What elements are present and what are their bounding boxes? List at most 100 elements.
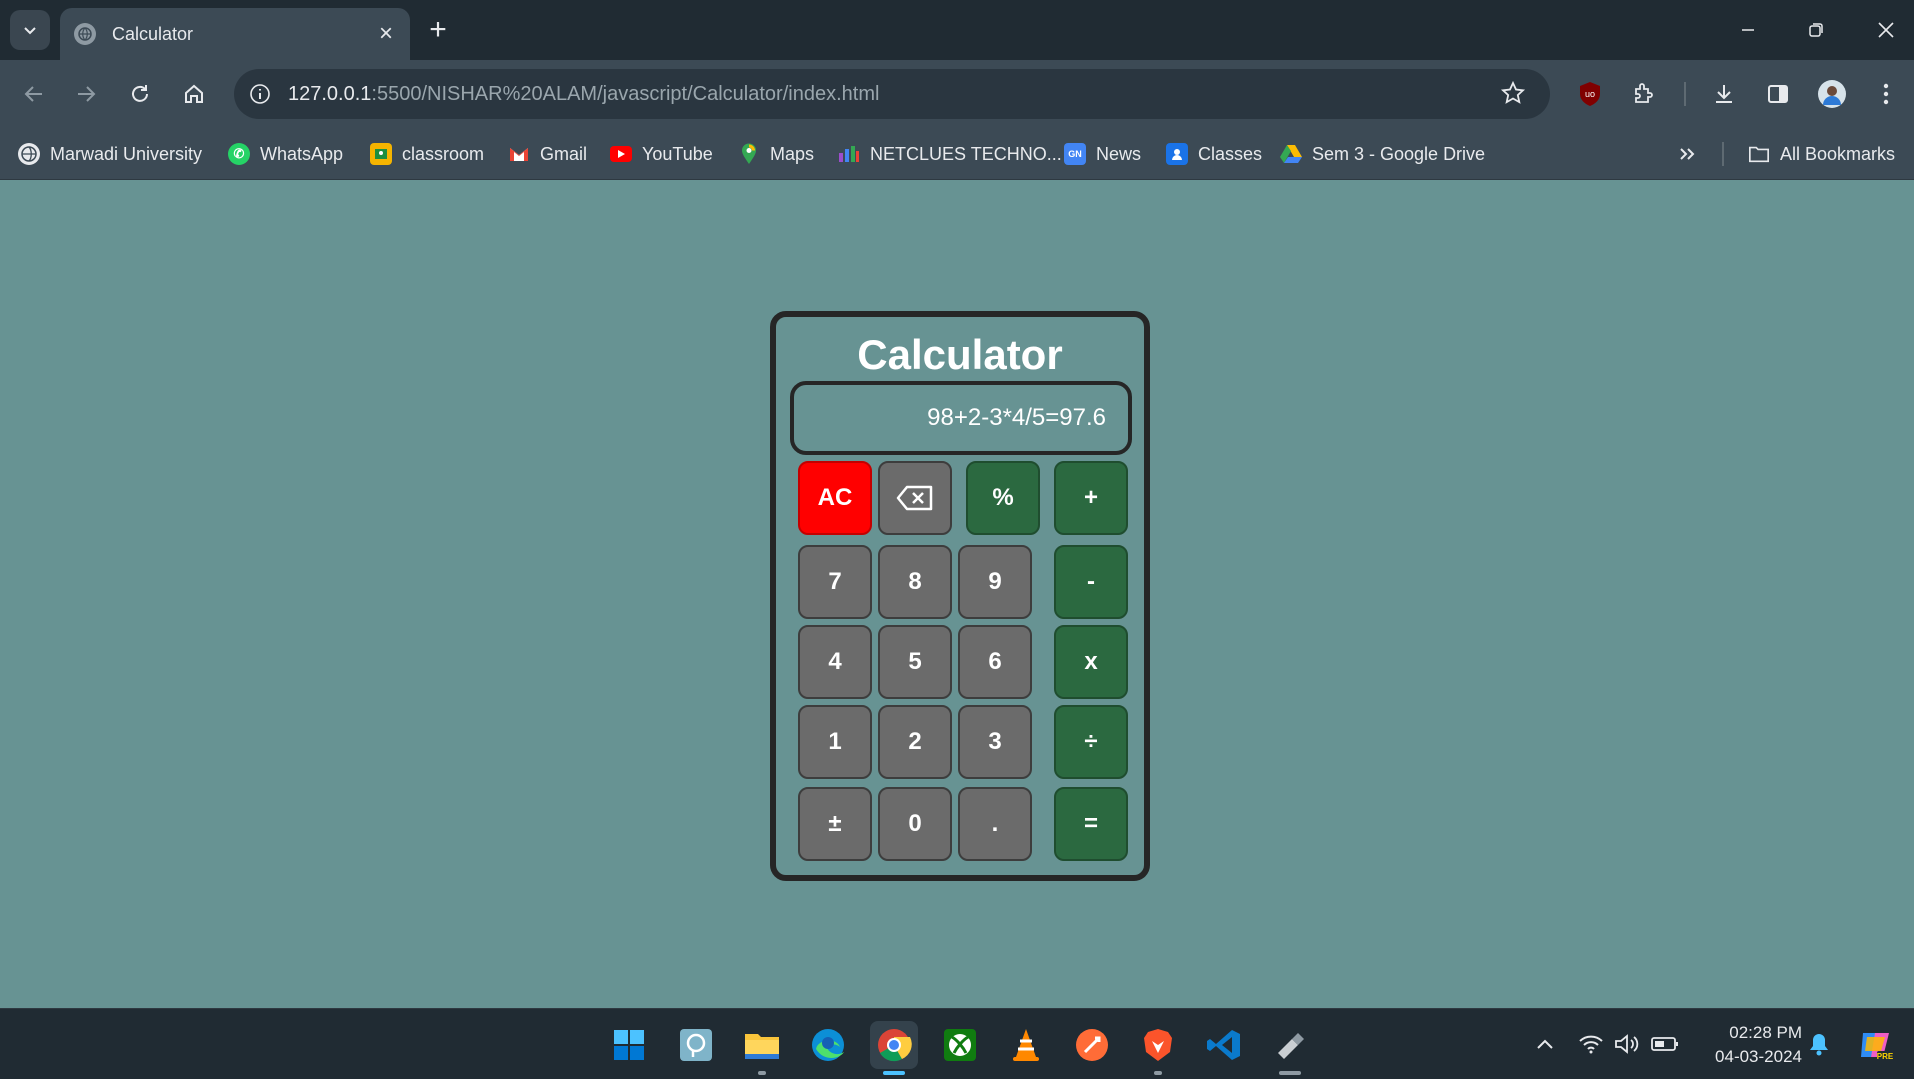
notification-bell-icon[interactable] xyxy=(1804,1029,1834,1059)
battery-icon[interactable] xyxy=(1650,1029,1680,1059)
usb-drive-icon[interactable] xyxy=(1266,1021,1314,1075)
digit-4-button[interactable]: 4 xyxy=(798,625,872,699)
search-app-icon[interactable] xyxy=(672,1021,720,1069)
windows-start-icon[interactable] xyxy=(605,1021,653,1069)
active-tab[interactable]: Calculator × xyxy=(60,8,410,60)
arrow-left-icon xyxy=(24,86,42,102)
bookmark-gmail[interactable]: Gmail xyxy=(508,140,587,168)
digit-1-button[interactable]: 1 xyxy=(798,705,872,779)
decimal-button[interactable]: . xyxy=(958,787,1032,861)
more-vertical-icon xyxy=(1883,83,1889,105)
gmail-icon xyxy=(508,143,530,165)
bookmark-sem3-google-drive[interactable]: Sem 3 - Google Drive xyxy=(1280,140,1485,168)
restore-icon xyxy=(1809,23,1823,37)
minimize-icon xyxy=(1742,29,1754,31)
tab-title: Calculator xyxy=(112,23,194,44)
brave-icon[interactable] xyxy=(1134,1021,1182,1075)
all-bookmarks-button[interactable]: All Bookmarks xyxy=(1748,140,1895,168)
digit-9-button[interactable]: 9 xyxy=(958,545,1032,619)
address-bar[interactable]: 127.0.0.1:5500/NISHAR%20ALAM/javascript/… xyxy=(234,69,1550,119)
classes-icon xyxy=(1166,143,1188,165)
youtube-icon xyxy=(610,146,632,162)
percent-button[interactable]: % xyxy=(966,461,1040,535)
svg-text:PRE: PRE xyxy=(1877,1052,1894,1061)
chrome-icon[interactable] xyxy=(870,1021,918,1075)
site-info-icon[interactable] xyxy=(244,78,276,110)
svg-text:uo: uo xyxy=(1585,89,1595,99)
news-icon: GN xyxy=(1064,143,1086,165)
bookmark-marwadi-university[interactable]: Marwadi University xyxy=(18,140,202,168)
bookmark-news[interactable]: GN News xyxy=(1064,140,1141,168)
xbox-icon[interactable] xyxy=(936,1021,984,1069)
calculator-display: 98+2-3*4/5=97.6 xyxy=(790,381,1132,455)
wifi-icon[interactable] xyxy=(1576,1029,1606,1059)
bookmark-netclues[interactable]: NETCLUES TECHNO... xyxy=(838,140,1062,168)
active-indicator xyxy=(883,1071,905,1075)
bookmark-label: YouTube xyxy=(642,143,713,164)
bookmark-star-icon[interactable] xyxy=(1500,80,1526,111)
side-panel-button[interactable] xyxy=(1758,74,1798,114)
postman-icon[interactable] xyxy=(1068,1021,1116,1069)
taskbar-clock[interactable]: 02:28 PM 04-03-2024 xyxy=(1692,1021,1802,1069)
add-button[interactable]: + xyxy=(1054,461,1128,535)
downloads-button[interactable] xyxy=(1704,74,1744,114)
taskbar: 02:28 PM 04-03-2024 PRE xyxy=(0,1008,1914,1079)
extensions-button[interactable] xyxy=(1624,74,1664,114)
minimize-button[interactable] xyxy=(1720,0,1776,60)
divide-button[interactable]: ÷ xyxy=(1054,705,1128,779)
backspace-button[interactable] xyxy=(878,461,952,535)
bookmark-whatsapp[interactable]: ✆ WhatsApp xyxy=(228,140,343,168)
close-icon xyxy=(1878,22,1894,38)
home-button[interactable] xyxy=(174,74,214,114)
folder-icon xyxy=(1748,143,1770,165)
edge-icon[interactable] xyxy=(804,1021,852,1069)
back-button[interactable] xyxy=(14,74,54,114)
bookmark-label: Classes xyxy=(1198,143,1263,164)
subtract-button[interactable]: - xyxy=(1054,545,1128,619)
vscode-icon[interactable] xyxy=(1200,1021,1248,1069)
tab-bar: Calculator × + xyxy=(0,0,1914,60)
multiply-button[interactable]: x xyxy=(1054,625,1128,699)
file-explorer-icon[interactable] xyxy=(738,1021,786,1075)
browser-toolbar: 127.0.0.1:5500/NISHAR%20ALAM/javascript/… xyxy=(0,60,1914,128)
running-indicator xyxy=(1279,1071,1301,1075)
digit-0-button[interactable]: 0 xyxy=(878,787,952,861)
digit-5-button[interactable]: 5 xyxy=(878,625,952,699)
reload-button[interactable] xyxy=(120,74,160,114)
vlc-icon[interactable] xyxy=(1002,1021,1050,1069)
bookmarks-divider xyxy=(1722,142,1724,166)
tab-search-button[interactable] xyxy=(10,10,50,50)
restore-button[interactable] xyxy=(1788,0,1844,60)
bookmark-maps[interactable]: Maps xyxy=(738,140,814,168)
close-tab-icon[interactable]: × xyxy=(368,20,404,48)
more-bookmarks-button[interactable] xyxy=(1678,140,1696,168)
google-drive-icon xyxy=(1280,143,1302,165)
digit-6-button[interactable]: 6 xyxy=(958,625,1032,699)
bookmark-youtube[interactable]: YouTube xyxy=(610,140,713,168)
close-window-button[interactable] xyxy=(1858,0,1914,60)
digit-7-button[interactable]: 7 xyxy=(798,545,872,619)
profile-button[interactable] xyxy=(1812,74,1852,114)
maps-icon xyxy=(738,143,760,165)
bookmark-classroom[interactable]: classroom xyxy=(370,140,484,168)
equals-button[interactable]: = xyxy=(1054,787,1128,861)
clock-time: 02:28 PM xyxy=(1729,1023,1802,1042)
clock-date: 04-03-2024 xyxy=(1715,1047,1802,1066)
bookmark-classes[interactable]: Classes xyxy=(1166,140,1262,168)
digit-3-button[interactable]: 3 xyxy=(958,705,1032,779)
digit-2-button[interactable]: 2 xyxy=(878,705,952,779)
show-hidden-icons-button[interactable] xyxy=(1530,1029,1560,1059)
toolbar-divider xyxy=(1684,82,1686,106)
url-host: 127.0.0.1 xyxy=(288,82,372,105)
calculator-container: Calculator 98+2-3*4/5=97.6 AC % + 7 8 9 … xyxy=(770,311,1150,881)
digit-8-button[interactable]: 8 xyxy=(878,545,952,619)
sign-toggle-button[interactable]: ± xyxy=(798,787,872,861)
volume-icon[interactable] xyxy=(1612,1029,1642,1059)
url-text[interactable]: 127.0.0.1:5500/NISHAR%20ALAM/javascript/… xyxy=(288,83,879,106)
all-clear-button[interactable]: AC xyxy=(798,461,872,535)
copilot-icon[interactable]: PRE xyxy=(1856,1025,1896,1065)
forward-button[interactable] xyxy=(66,74,106,114)
new-tab-button[interactable]: + xyxy=(420,12,456,48)
ublock-extension-button[interactable]: uo xyxy=(1570,74,1610,114)
menu-button[interactable] xyxy=(1866,74,1906,114)
